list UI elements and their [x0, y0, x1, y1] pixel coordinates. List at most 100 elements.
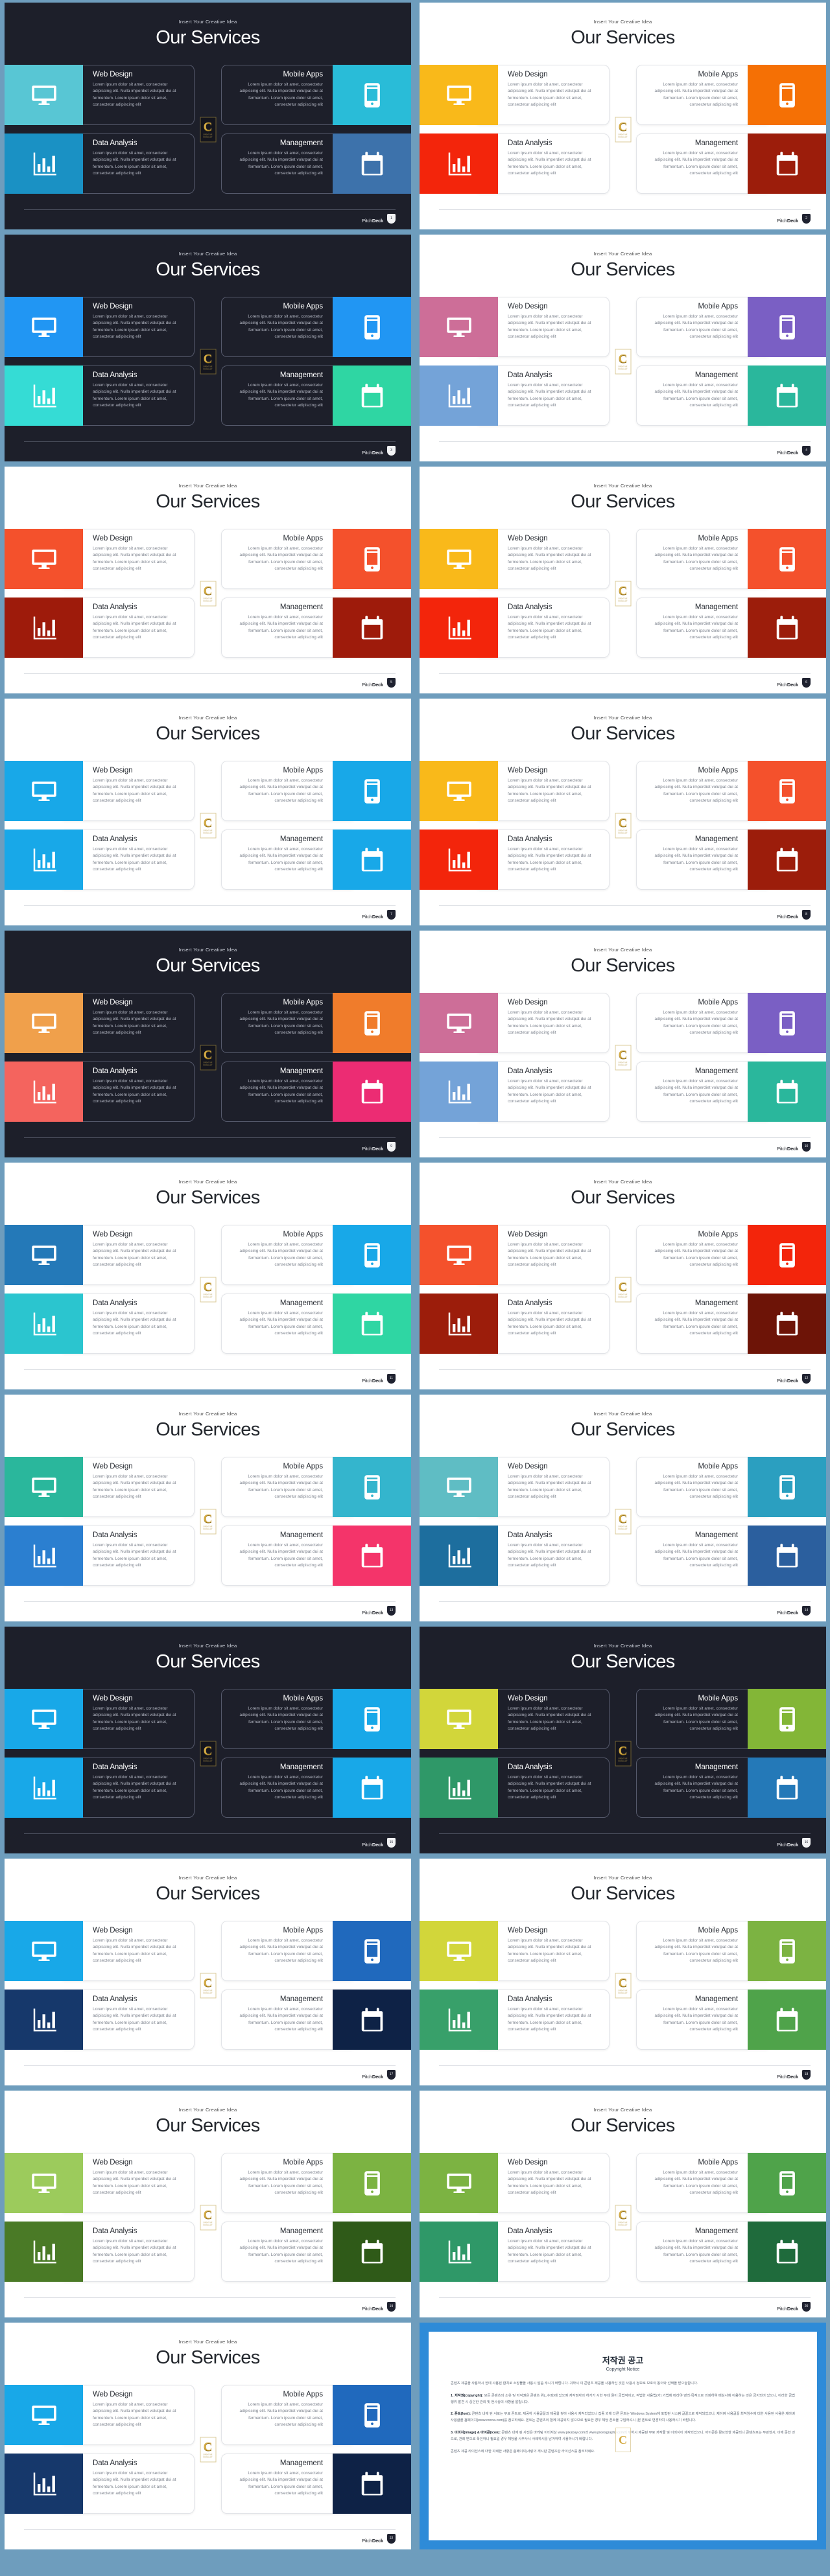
service-cell[interactable]: Management Lorem ipsum dolor sit amet, c… — [636, 598, 826, 658]
service-cell[interactable]: Web Design Lorem ipsum dolor sit amet, c… — [5, 2385, 195, 2445]
slide-thumbnail[interactable]: Insert Your Creative Idea Our Services W… — [5, 2091, 411, 2317]
service-cell[interactable]: Management Lorem ipsum dolor sit amet, c… — [636, 1758, 826, 1818]
service-cell[interactable]: Management Lorem ipsum dolor sit amet, c… — [221, 1758, 411, 1818]
slide-thumbnail[interactable]: Insert Your Creative Idea Our Services W… — [5, 1395, 411, 1621]
service-cell[interactable]: Data Analysis Lorem ipsum dolor sit amet… — [420, 1062, 610, 1122]
service-cell[interactable]: Management Lorem ipsum dolor sit amet, c… — [221, 366, 411, 426]
service-cell[interactable]: Data Analysis Lorem ipsum dolor sit amet… — [420, 1758, 610, 1818]
service-cell[interactable]: Data Analysis Lorem ipsum dolor sit amet… — [5, 1526, 195, 1586]
service-cell[interactable]: Data Analysis Lorem ipsum dolor sit amet… — [420, 830, 610, 890]
service-cell[interactable]: Mobile Apps Lorem ipsum dolor sit amet, … — [636, 297, 826, 357]
service-cell[interactable]: Mobile Apps Lorem ipsum dolor sit amet, … — [221, 65, 411, 125]
service-cell[interactable]: Data Analysis Lorem ipsum dolor sit amet… — [420, 1294, 610, 1354]
service-cell[interactable]: Management Lorem ipsum dolor sit amet, c… — [221, 830, 411, 890]
service-cell[interactable]: Data Analysis Lorem ipsum dolor sit amet… — [420, 1990, 610, 2050]
slide-thumbnail[interactable]: Insert Your Creative Idea Our Services W… — [5, 699, 411, 925]
service-cell[interactable]: Data Analysis Lorem ipsum dolor sit amet… — [420, 366, 610, 426]
service-cell[interactable]: Web Design Lorem ipsum dolor sit amet, c… — [420, 2153, 610, 2213]
service-cell[interactable]: Mobile Apps Lorem ipsum dolor sit amet, … — [636, 761, 826, 821]
service-cell[interactable]: Management Lorem ipsum dolor sit amet, c… — [636, 1294, 826, 1354]
service-cell[interactable]: Mobile Apps Lorem ipsum dolor sit amet, … — [221, 529, 411, 589]
service-cell[interactable]: Data Analysis Lorem ipsum dolor sit amet… — [420, 133, 610, 194]
service-cell[interactable]: Web Design Lorem ipsum dolor sit amet, c… — [5, 1225, 195, 1285]
service-cell[interactable]: Management Lorem ipsum dolor sit amet, c… — [636, 830, 826, 890]
service-cell[interactable]: Mobile Apps Lorem ipsum dolor sit amet, … — [221, 1689, 411, 1749]
slide-thumbnail[interactable]: Insert Your Creative Idea Our Services W… — [420, 235, 826, 461]
service-cell[interactable]: Data Analysis Lorem ipsum dolor sit amet… — [420, 598, 610, 658]
service-cell[interactable]: Mobile Apps Lorem ipsum dolor sit amet, … — [636, 1225, 826, 1285]
service-cell[interactable]: Web Design Lorem ipsum dolor sit amet, c… — [420, 297, 610, 357]
slide-thumbnail[interactable]: Insert Your Creative Idea Our Services W… — [420, 467, 826, 693]
service-cell[interactable]: Management Lorem ipsum dolor sit amet, c… — [221, 1062, 411, 1122]
service-cell[interactable]: Mobile Apps Lorem ipsum dolor sit amet, … — [221, 1457, 411, 1517]
service-cell[interactable]: Data Analysis Lorem ipsum dolor sit amet… — [5, 1758, 195, 1818]
service-cell[interactable]: Management Lorem ipsum dolor sit amet, c… — [221, 598, 411, 658]
service-cell[interactable]: Web Design Lorem ipsum dolor sit amet, c… — [420, 1225, 610, 1285]
service-cell[interactable]: Management Lorem ipsum dolor sit amet, c… — [221, 1526, 411, 1586]
service-cell[interactable]: Management Lorem ipsum dolor sit amet, c… — [636, 366, 826, 426]
service-cell[interactable]: Web Design Lorem ipsum dolor sit amet, c… — [5, 1689, 195, 1749]
slide-thumbnail[interactable]: Insert Your Creative Idea Our Services W… — [420, 1627, 826, 1853]
slide-thumbnail[interactable]: Insert Your Creative Idea Our Services W… — [420, 699, 826, 925]
service-cell[interactable]: Web Design Lorem ipsum dolor sit amet, c… — [420, 1921, 610, 1981]
service-cell[interactable]: Mobile Apps Lorem ipsum dolor sit amet, … — [221, 1225, 411, 1285]
service-cell[interactable]: Data Analysis Lorem ipsum dolor sit amet… — [5, 598, 195, 658]
slide-thumbnail[interactable]: Insert Your Creative Idea Our Services W… — [5, 1627, 411, 1853]
service-cell[interactable]: Mobile Apps Lorem ipsum dolor sit amet, … — [221, 2385, 411, 2445]
service-cell[interactable]: Web Design Lorem ipsum dolor sit amet, c… — [5, 2153, 195, 2213]
service-cell[interactable]: Mobile Apps Lorem ipsum dolor sit amet, … — [221, 297, 411, 357]
service-cell[interactable]: Management Lorem ipsum dolor sit amet, c… — [221, 133, 411, 194]
service-cell[interactable]: Web Design Lorem ipsum dolor sit amet, c… — [5, 529, 195, 589]
service-cell[interactable]: Data Analysis Lorem ipsum dolor sit amet… — [5, 133, 195, 194]
slide-thumbnail[interactable]: Insert Your Creative Idea Our Services W… — [5, 1163, 411, 1389]
service-cell[interactable]: Data Analysis Lorem ipsum dolor sit amet… — [5, 2454, 195, 2514]
service-cell[interactable]: Mobile Apps Lorem ipsum dolor sit amet, … — [221, 1921, 411, 1981]
service-cell[interactable]: Management Lorem ipsum dolor sit amet, c… — [636, 2222, 826, 2282]
copyright-slide[interactable]: 저작권 공고 Copyright Notice 콘텐츠 제공을 사용하시 한데 … — [420, 2323, 826, 2549]
service-cell[interactable]: Web Design Lorem ipsum dolor sit amet, c… — [5, 1457, 195, 1517]
service-cell[interactable]: Mobile Apps Lorem ipsum dolor sit amet, … — [221, 761, 411, 821]
service-cell[interactable]: Web Design Lorem ipsum dolor sit amet, c… — [420, 761, 610, 821]
service-cell[interactable]: Mobile Apps Lorem ipsum dolor sit amet, … — [636, 993, 826, 1053]
service-cell[interactable]: Management Lorem ipsum dolor sit amet, c… — [636, 1062, 826, 1122]
service-cell[interactable]: Web Design Lorem ipsum dolor sit amet, c… — [5, 1921, 195, 1981]
service-cell[interactable]: Mobile Apps Lorem ipsum dolor sit amet, … — [636, 529, 826, 589]
service-cell[interactable]: Web Design Lorem ipsum dolor sit amet, c… — [5, 993, 195, 1053]
service-cell[interactable]: Mobile Apps Lorem ipsum dolor sit amet, … — [636, 1689, 826, 1749]
service-cell[interactable]: Management Lorem ipsum dolor sit amet, c… — [221, 2222, 411, 2282]
service-cell[interactable]: Web Design Lorem ipsum dolor sit amet, c… — [420, 993, 610, 1053]
slide-thumbnail[interactable]: Insert Your Creative Idea Our Services W… — [5, 467, 411, 693]
service-cell[interactable]: Data Analysis Lorem ipsum dolor sit amet… — [420, 1526, 610, 1586]
slide-thumbnail[interactable]: Insert Your Creative Idea Our Services W… — [420, 1859, 826, 2085]
service-cell[interactable]: Web Design Lorem ipsum dolor sit amet, c… — [420, 65, 610, 125]
slide-thumbnail[interactable]: Insert Your Creative Idea Our Services W… — [420, 931, 826, 1157]
service-cell[interactable]: Web Design Lorem ipsum dolor sit amet, c… — [420, 1689, 610, 1749]
slide-thumbnail[interactable]: Insert Your Creative Idea Our Services W… — [420, 1163, 826, 1389]
service-cell[interactable]: Web Design Lorem ipsum dolor sit amet, c… — [420, 529, 610, 589]
service-cell[interactable]: Management Lorem ipsum dolor sit amet, c… — [221, 1990, 411, 2050]
service-cell[interactable]: Management Lorem ipsum dolor sit amet, c… — [636, 1990, 826, 2050]
service-cell[interactable]: Data Analysis Lorem ipsum dolor sit amet… — [420, 2222, 610, 2282]
service-cell[interactable]: Mobile Apps Lorem ipsum dolor sit amet, … — [221, 2153, 411, 2213]
service-cell[interactable]: Management Lorem ipsum dolor sit amet, c… — [636, 1526, 826, 1586]
service-cell[interactable]: Mobile Apps Lorem ipsum dolor sit amet, … — [636, 1921, 826, 1981]
slide-thumbnail[interactable]: Insert Your Creative Idea Our Services W… — [5, 1859, 411, 2085]
service-cell[interactable]: Web Design Lorem ipsum dolor sit amet, c… — [5, 65, 195, 125]
service-cell[interactable]: Mobile Apps Lorem ipsum dolor sit amet, … — [636, 65, 826, 125]
slide-thumbnail[interactable]: Insert Your Creative Idea Our Services W… — [420, 3, 826, 229]
service-cell[interactable]: Web Design Lorem ipsum dolor sit amet, c… — [5, 761, 195, 821]
service-cell[interactable]: Mobile Apps Lorem ipsum dolor sit amet, … — [221, 993, 411, 1053]
service-cell[interactable]: Management Lorem ipsum dolor sit amet, c… — [221, 2454, 411, 2514]
slide-thumbnail[interactable]: Insert Your Creative Idea Our Services W… — [420, 1395, 826, 1621]
service-cell[interactable]: Web Design Lorem ipsum dolor sit amet, c… — [5, 297, 195, 357]
slide-thumbnail[interactable]: Insert Your Creative Idea Our Services W… — [5, 2323, 411, 2549]
service-cell[interactable]: Data Analysis Lorem ipsum dolor sit amet… — [5, 1294, 195, 1354]
slide-thumbnail[interactable]: Insert Your Creative Idea Our Services W… — [5, 235, 411, 461]
slide-thumbnail[interactable]: Insert Your Creative Idea Our Services W… — [5, 3, 411, 229]
slide-thumbnail[interactable]: Insert Your Creative Idea Our Services W… — [420, 2091, 826, 2317]
service-cell[interactable]: Data Analysis Lorem ipsum dolor sit amet… — [5, 1990, 195, 2050]
service-cell[interactable]: Management Lorem ipsum dolor sit amet, c… — [221, 1294, 411, 1354]
service-cell[interactable]: Mobile Apps Lorem ipsum dolor sit amet, … — [636, 1457, 826, 1517]
service-cell[interactable]: Data Analysis Lorem ipsum dolor sit amet… — [5, 366, 195, 426]
service-cell[interactable]: Management Lorem ipsum dolor sit amet, c… — [636, 133, 826, 194]
